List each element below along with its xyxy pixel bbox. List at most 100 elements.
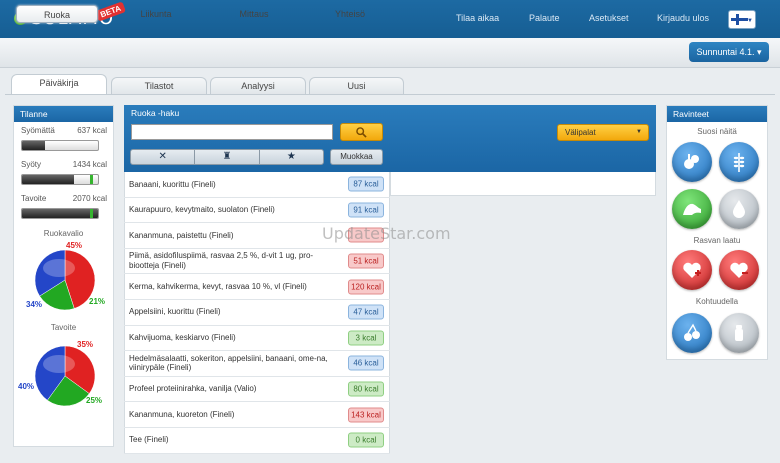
search-button[interactable]: [340, 123, 383, 141]
kcal-badge[interactable]: 46 kcal: [348, 355, 384, 371]
progress-fill: [22, 209, 98, 218]
kcal-badge[interactable]: 87 kcal: [348, 176, 384, 192]
progress-bar-syoty: [21, 174, 99, 185]
pie-label-red: 35%: [77, 340, 94, 349]
target-marker: [90, 209, 94, 218]
progress-fill: [22, 141, 45, 150]
pie-label-blue: 40%: [18, 382, 35, 391]
food-list-item[interactable]: Hedelmäsalaatti, sokeriton, appelsiini, …: [124, 351, 390, 377]
status-label: Tavoite: [21, 194, 47, 203]
food-list-item[interactable]: Piimä, asidofiluspiimä, rasvaa 2,5 %, d-…: [124, 249, 390, 275]
food-search-input[interactable]: [131, 124, 333, 140]
food-list-item[interactable]: Profeel proteiinirahka, vanilja (Valio) 8…: [124, 377, 390, 403]
progress-fill: [22, 175, 75, 184]
chevron-down-icon: ▼: [747, 18, 753, 24]
food-list-item[interactable]: Kananmuna, kuoreton (Fineli) 143 kcal: [124, 402, 390, 428]
cherries-icon[interactable]: [672, 313, 712, 353]
status-label: Syöty: [21, 160, 42, 169]
tab-uusi[interactable]: Uusi: [309, 77, 404, 94]
pie-highlight: [43, 259, 75, 277]
subnav-yhteiso[interactable]: Yhteisö: [320, 5, 380, 23]
kcal-badge[interactable]: 80 kcal: [348, 381, 384, 397]
search-title: Ruoka -haku: [131, 108, 180, 118]
subnav-liikunta[interactable]: Liikunta: [126, 5, 186, 23]
food-name: Tee (Fineli): [129, 435, 169, 445]
ruokavalio-title: Ruokavalio: [43, 229, 84, 238]
status-value: 2070 kcal: [72, 194, 107, 203]
status-value: 1434 kcal: [72, 160, 107, 169]
topnav-kirjaudu-ulos[interactable]: Kirjaudu ulos: [657, 13, 709, 23]
search-icon: [356, 127, 367, 138]
status-row-syomatta: Syömättä 637 kcal: [21, 126, 107, 135]
progress-bar-tavoite: [21, 208, 99, 219]
topnav-asetukset[interactable]: Asetukset: [589, 13, 629, 23]
edit-button[interactable]: Muokkaa: [330, 149, 383, 165]
food-list: Banaani, kuorittu (Fineli) 87 kcal Kaurapu…: [124, 172, 390, 454]
kcal-badge[interactable]: 3 kcal: [348, 330, 384, 346]
filter-favorites-button[interactable]: ★: [260, 150, 323, 164]
status-row-syoty: Syöty 1434 kcal: [21, 160, 107, 169]
good-fat-heart-icon[interactable]: [672, 250, 712, 290]
food-name: Appelsiini, kuorittu (Fineli): [129, 307, 221, 317]
salt-shaker-icon[interactable]: [719, 313, 759, 353]
chevron-down-icon: ▼: [636, 129, 642, 135]
tavoite-title: Tavoite: [50, 323, 77, 332]
finnish-flag-cross: [736, 14, 739, 25]
ruokavalio-pie-chart: [34, 249, 96, 311]
kcal-badge[interactable]: 91 kcal: [348, 202, 384, 218]
progress-bar-syomatta: [21, 140, 99, 151]
subnav-ruoka[interactable]: Ruoka: [16, 5, 98, 23]
food-list-item[interactable]: Kaurapuuro, kevytmaito, suolaton (Fineli…: [124, 198, 390, 224]
meal-select[interactable]: Välipalat ▼: [557, 124, 649, 141]
food-name: Kaurapuuro, kevytmaito, suolaton (Fineli…: [129, 205, 275, 215]
kcal-badge[interactable]: 51 kcal: [348, 253, 384, 269]
food-list-item[interactable]: Banaani, kuorittu (Fineli) 87 kcal: [124, 172, 390, 198]
food-list-item[interactable]: Appelsiini, kuorittu (Fineli) 47 kcal: [124, 300, 390, 326]
water-drop-icon[interactable]: [719, 189, 759, 229]
pie-label-red: 45%: [66, 241, 83, 250]
filter-all-button[interactable]: ✕: [131, 150, 196, 164]
topnav-tilaa-aikaa[interactable]: Tilaa aikaa: [456, 13, 499, 23]
vegetables-icon[interactable]: [672, 142, 712, 182]
subnav-mittaus[interactable]: Mittaus: [224, 5, 284, 23]
finnish-flag-icon: [731, 18, 748, 21]
nutrients-panel-title: Ravinteet: [667, 106, 767, 122]
food-name: Kananmuna, kuoreton (Fineli): [129, 409, 235, 419]
tab-content-border: [5, 94, 775, 95]
bad-fat-heart-icon[interactable]: [719, 250, 759, 290]
language-selector[interactable]: ▼: [728, 10, 756, 29]
tab-tilastot[interactable]: Tilastot: [111, 77, 207, 94]
protein-muscle-icon[interactable]: [672, 189, 712, 229]
food-list-item[interactable]: Kerma, kahvikerma, kevyt, rasvaa 10 %, v…: [124, 274, 390, 300]
filter-own-button[interactable]: ♜: [195, 150, 260, 164]
food-name: Profeel proteiinirahka, vanilja (Valio): [129, 384, 257, 394]
food-name: Kahvijuoma, keskiarvo (Fineli): [129, 333, 236, 343]
food-list-item[interactable]: Kahvijuoma, keskiarvo (Fineli) 3 kcal: [124, 326, 390, 352]
food-name: Kananmuna, paistettu (Fineli): [129, 230, 234, 240]
filter-button-group: ✕ ♜ ★: [130, 149, 324, 165]
status-panel-title: Tilanne: [14, 106, 113, 122]
watermark: UpdateStar.com: [322, 224, 451, 243]
food-name: Kerma, kahvikerma, kevyt, rasvaa 10 %, v…: [129, 281, 307, 291]
kcal-badge[interactable]: 0 kcal: [348, 432, 384, 448]
section-rasvan-laatu: Rasvan laatu: [693, 236, 741, 245]
pie-label-green: 21%: [89, 297, 106, 306]
kcal-badge[interactable]: 47 kcal: [348, 304, 384, 320]
date-selector-button[interactable]: Sunnuntai 4.1. ▾: [689, 42, 769, 62]
pie-label-blue: 34%: [26, 300, 43, 309]
grain-icon[interactable]: [719, 142, 759, 182]
target-marker: [90, 175, 94, 184]
food-list-item[interactable]: Tee (Fineli) 0 kcal: [124, 428, 390, 454]
status-label: Syömättä: [21, 126, 55, 135]
food-name: Piimä, asidofiluspiimä, rasvaa 2,5 %, d-…: [129, 251, 314, 271]
kcal-badge[interactable]: 143 kcal: [348, 407, 384, 423]
status-row-tavoite: Tavoite 2070 kcal: [21, 194, 107, 203]
tab-paivakirja[interactable]: Päiväkirja: [11, 74, 107, 94]
tab-analyysi[interactable]: Analyysi: [210, 77, 306, 94]
pie-label-green: 25%: [86, 396, 103, 405]
food-name: Banaani, kuorittu (Fineli): [129, 179, 216, 189]
section-suosi: Suosi näitä: [697, 127, 737, 136]
topnav-palaute[interactable]: Palaute: [529, 13, 560, 23]
kcal-badge[interactable]: 120 kcal: [348, 279, 384, 295]
meal-select-value: Välipalat: [565, 128, 596, 137]
